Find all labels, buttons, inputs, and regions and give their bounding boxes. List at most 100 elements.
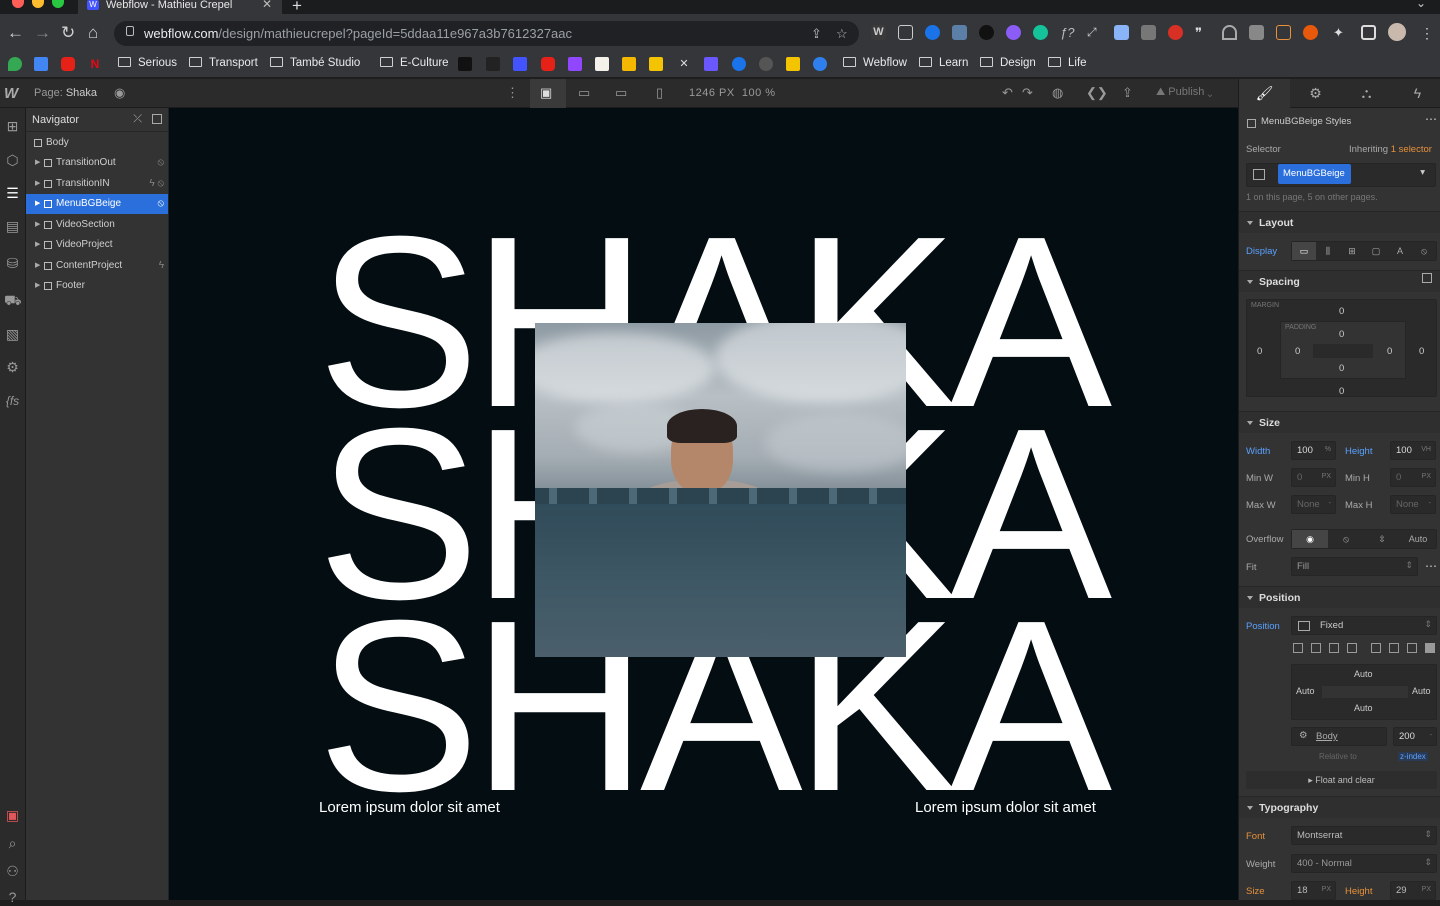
line-height-input[interactable]: 29 PX — [1390, 881, 1436, 900]
position-select[interactable]: Fixed ⇕ — [1291, 616, 1437, 635]
share-icon[interactable]: ⇪ — [811, 26, 822, 42]
undo-icon[interactable]: ↶ — [1002, 85, 1013, 101]
bookmark-icon[interactable] — [759, 57, 773, 71]
extension-icon[interactable] — [1168, 25, 1183, 40]
symbols-icon[interactable]: ⬡ — [4, 152, 21, 169]
page-selector[interactable]: Page: Shaka — [34, 87, 97, 99]
code-export-icon[interactable]: ❮❯ — [1086, 85, 1108, 101]
display-flex-icon[interactable]: ⫼ — [1316, 242, 1340, 260]
spacing-options-icon[interactable] — [1422, 273, 1432, 283]
translate-bookmark-icon[interactable] — [34, 57, 48, 71]
collapse-icon[interactable]: ⤫ — [133, 113, 142, 126]
extension-icon[interactable] — [952, 25, 967, 40]
bookmark-icon[interactable] — [704, 57, 718, 71]
bookmark-icon[interactable] — [732, 57, 746, 71]
extension-icon[interactable] — [1276, 25, 1291, 40]
float-and-clear-toggle[interactable]: ▸ Float and clear — [1246, 771, 1437, 789]
bookmark-folder-learn[interactable]: Learn — [919, 56, 968, 70]
add-panel-icon[interactable]: ⊞ — [4, 118, 21, 135]
navigator-icon[interactable]: ☰ — [4, 185, 21, 202]
nav-item-body[interactable]: Body — [26, 133, 168, 153]
bookmark-star-icon[interactable]: ☆ — [836, 26, 848, 42]
resize-extension-icon[interactable]: ⤢ — [1087, 25, 1102, 40]
font-select[interactable]: Montserrat ⇕ — [1291, 826, 1437, 845]
dock-panel-icon[interactable] — [152, 114, 162, 124]
bookmark-icon[interactable] — [486, 57, 500, 71]
margin-right[interactable]: 0 — [1419, 346, 1424, 357]
redo-icon[interactable]: ↷ — [1022, 85, 1033, 101]
max-height-input[interactable]: None - — [1390, 495, 1436, 514]
section-size[interactable]: Size — [1239, 411, 1440, 433]
extension-icon[interactable] — [979, 25, 994, 40]
wordpress-extension-icon[interactable]: W — [871, 25, 886, 40]
section-spacing[interactable]: Spacing — [1239, 270, 1440, 292]
bookmark-icon[interactable] — [813, 57, 827, 71]
settings-gear-icon[interactable]: ⚙ — [4, 359, 21, 376]
inheriting-count-link[interactable]: 1 selector — [1391, 144, 1432, 155]
more-options-icon[interactable]: ⋮ — [506, 85, 519, 101]
extension-icon[interactable] — [1006, 25, 1021, 40]
expand-caret-icon[interactable]: ▶ — [35, 256, 40, 276]
x-bookmark-icon[interactable]: ✕ — [677, 57, 691, 71]
min-height-input[interactable]: 0 PX — [1390, 468, 1436, 487]
bookmark-icon[interactable] — [458, 57, 472, 71]
search-icon[interactable]: ⌕ — [4, 835, 21, 852]
share-icon[interactable]: ⇪ — [1122, 85, 1133, 101]
audit-icon[interactable]: ▣ — [4, 807, 21, 824]
section-position[interactable]: Position — [1239, 586, 1440, 608]
overflow-hidden-icon[interactable]: ⦸ — [1328, 530, 1364, 548]
extension-icon[interactable] — [1222, 25, 1237, 40]
zoom-window-button[interactable] — [52, 0, 64, 8]
bookmark-folder-serious[interactable]: Serious — [118, 56, 177, 70]
preset-bottom-left-icon[interactable] — [1329, 643, 1339, 653]
tab-style-manager[interactable]: ⛬ — [1341, 79, 1392, 108]
bookmark-icon[interactable] — [649, 57, 663, 71]
grammarly-extension-icon[interactable] — [1033, 25, 1048, 40]
comments-icon[interactable]: ◍ — [1052, 85, 1063, 101]
extension-icon[interactable] — [1303, 25, 1318, 40]
tab-settings-gear[interactable]: ⚙ — [1290, 79, 1341, 108]
minimize-window-button[interactable] — [32, 0, 44, 8]
puzzle-extension-icon[interactable]: ✦ — [1333, 25, 1348, 40]
more-icon[interactable]: ⋯ — [1425, 112, 1437, 126]
expand-caret-icon[interactable]: ▶ — [35, 215, 40, 235]
netflix-bookmark-icon[interactable]: N — [88, 57, 102, 71]
browser-menu-icon[interactable]: ⋮ — [1420, 23, 1434, 43]
weight-select[interactable]: 400 - Normal ⇕ — [1291, 854, 1437, 873]
min-width-input[interactable]: 0 PX — [1291, 468, 1336, 487]
font-extension-icon[interactable]: ƒ? — [1060, 25, 1075, 40]
expand-caret-icon[interactable]: ▶ — [35, 235, 40, 255]
display-inline-icon[interactable]: A — [1388, 242, 1412, 260]
offset-bottom[interactable]: Auto — [1354, 703, 1373, 713]
nav-item-transitionin[interactable]: ▶ TransitionIN ϟ ⦸ — [26, 174, 168, 194]
nav-item-transitionout[interactable]: ▶ TransitionOut ⦸ — [26, 153, 168, 173]
padding-right[interactable]: 0 — [1387, 346, 1392, 357]
team-icon[interactable]: ⚇ — [4, 863, 21, 880]
nav-item-videosection[interactable]: ▶ VideoSection — [26, 215, 168, 235]
sidebar-icon[interactable] — [1361, 25, 1376, 40]
breakpoint-landscape-icon[interactable]: ▭ — [615, 85, 627, 101]
width-input[interactable]: 100% — [1291, 441, 1336, 460]
tab-style-brush[interactable]: 🖌 — [1239, 79, 1290, 108]
padding-top[interactable]: 0 — [1339, 329, 1344, 340]
help-icon[interactable]: ? — [4, 889, 21, 906]
breakpoint-mobile-icon[interactable]: ▯ — [656, 85, 663, 101]
ecommerce-icon[interactable]: ⛟ — [4, 292, 22, 309]
preset-right-icon[interactable] — [1389, 643, 1399, 653]
publish-button[interactable]: ⛰ Publish ⌄ — [1156, 86, 1213, 99]
surfer-photo[interactable] — [535, 323, 906, 657]
extension-icon[interactable] — [1114, 25, 1129, 40]
chevron-down-icon[interactable]: ▾ — [1420, 167, 1425, 178]
breakpoint-tablet-icon[interactable]: ▭ — [578, 85, 590, 101]
bookmark-folder-webflow[interactable]: Webflow — [843, 56, 907, 70]
tab-search-icon[interactable]: ⌄ — [1416, 0, 1426, 10]
assets-icon[interactable]: ▧ — [4, 326, 21, 343]
expand-caret-icon[interactable]: ▶ — [35, 194, 40, 214]
maps-bookmark-icon[interactable] — [8, 57, 22, 71]
reload-icon[interactable]: ↻ — [61, 23, 75, 43]
overflow-visible-eye-icon[interactable]: ◉ — [1292, 530, 1328, 548]
preset-top-right-icon[interactable] — [1311, 643, 1321, 653]
youtube-bookmark-icon[interactable] — [61, 57, 75, 71]
bookmark-icon[interactable] — [786, 57, 800, 71]
selector-chip[interactable]: MenuBGBeige — [1278, 164, 1351, 184]
